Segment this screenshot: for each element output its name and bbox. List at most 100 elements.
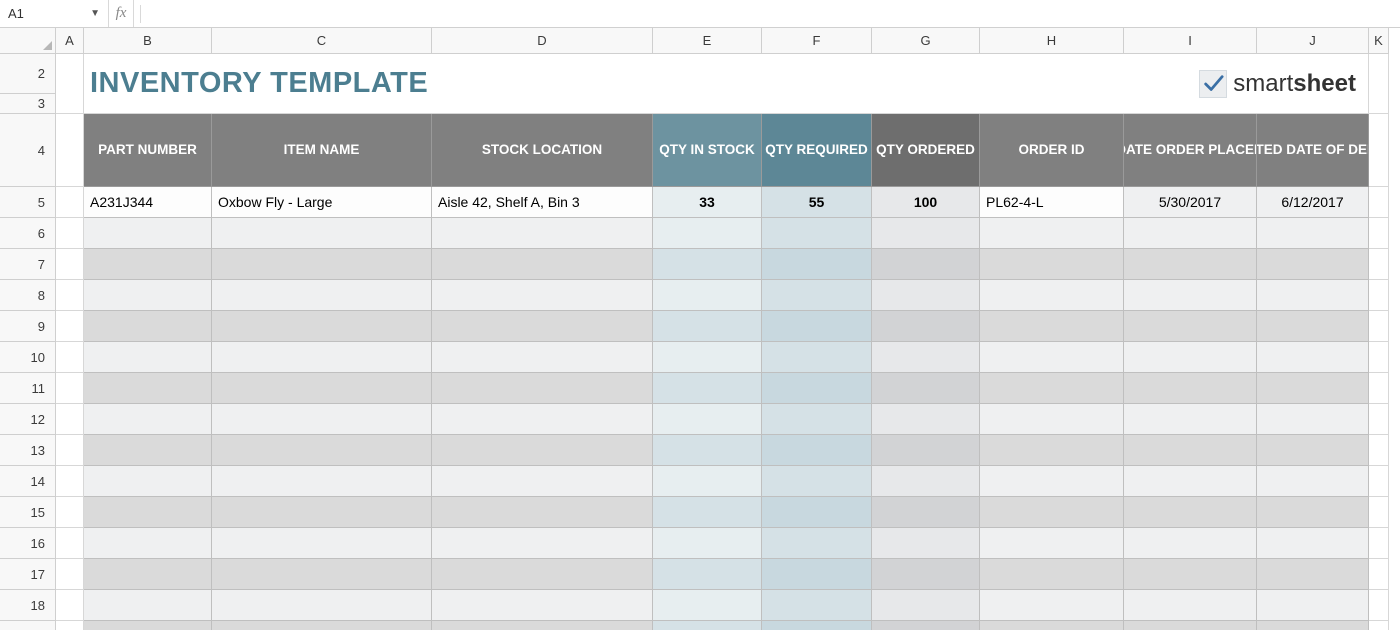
cell-K18[interactable]	[1369, 590, 1389, 621]
row-header-2[interactable]: 2	[0, 54, 56, 94]
table-row[interactable]	[432, 218, 653, 249]
cell-K7[interactable]	[1369, 249, 1389, 280]
table-row[interactable]	[1257, 218, 1369, 249]
cell-K11[interactable]	[1369, 373, 1389, 404]
row-header-5[interactable]: 5	[0, 187, 56, 218]
data-stock-location[interactable]: Aisle 42, Shelf A, Bin 3	[432, 187, 653, 218]
row-header-14[interactable]: 14	[0, 466, 56, 497]
cell-K17[interactable]	[1369, 559, 1389, 590]
data-expected-delivery[interactable]: 6/12/2017	[1257, 187, 1369, 218]
table-row[interactable]	[762, 528, 872, 559]
table-row[interactable]	[653, 311, 762, 342]
table-row[interactable]	[212, 590, 432, 621]
hdr-item-name[interactable]: ITEM NAME	[212, 114, 432, 187]
table-row[interactable]	[432, 559, 653, 590]
table-row[interactable]	[1257, 280, 1369, 311]
table-row[interactable]	[84, 621, 212, 630]
table-row[interactable]	[980, 373, 1124, 404]
col-header-J[interactable]: J	[1257, 28, 1369, 54]
sheet-cells[interactable]: INVENTORY TEMPLATEsmartsheetPART NUMBERI…	[56, 54, 1389, 630]
table-row[interactable]	[432, 373, 653, 404]
cell-A18[interactable]	[56, 590, 84, 621]
hdr-part-number[interactable]: PART NUMBER	[84, 114, 212, 187]
col-header-H[interactable]: H	[980, 28, 1124, 54]
data-part-number[interactable]: A231J344	[84, 187, 212, 218]
table-row[interactable]	[872, 559, 980, 590]
data-order-id[interactable]: PL62-4-L	[980, 187, 1124, 218]
table-row[interactable]	[1124, 218, 1257, 249]
table-row[interactable]	[980, 621, 1124, 630]
table-row[interactable]	[212, 342, 432, 373]
table-row[interactable]	[872, 590, 980, 621]
table-row[interactable]	[1124, 621, 1257, 630]
table-row[interactable]	[762, 559, 872, 590]
table-row[interactable]	[653, 404, 762, 435]
table-row[interactable]	[762, 621, 872, 630]
data-date-order-placed[interactable]: 5/30/2017	[1124, 187, 1257, 218]
table-row[interactable]	[1124, 249, 1257, 280]
table-row[interactable]	[1257, 249, 1369, 280]
table-row[interactable]	[980, 466, 1124, 497]
table-row[interactable]	[212, 404, 432, 435]
cell-K14[interactable]	[1369, 466, 1389, 497]
table-row[interactable]	[1124, 311, 1257, 342]
table-row[interactable]	[653, 590, 762, 621]
table-row[interactable]	[212, 280, 432, 311]
col-header-D[interactable]: D	[432, 28, 653, 54]
table-row[interactable]	[84, 528, 212, 559]
table-row[interactable]	[84, 435, 212, 466]
table-row[interactable]	[1124, 280, 1257, 311]
table-row[interactable]	[212, 249, 432, 280]
row-header-16[interactable]: 16	[0, 528, 56, 559]
table-row[interactable]	[653, 466, 762, 497]
table-row[interactable]	[1124, 435, 1257, 466]
row-header-11[interactable]: 11	[0, 373, 56, 404]
table-row[interactable]	[980, 497, 1124, 528]
table-row[interactable]	[84, 466, 212, 497]
cell-K10[interactable]	[1369, 342, 1389, 373]
table-row[interactable]	[980, 559, 1124, 590]
cell-K2[interactable]	[1369, 54, 1389, 114]
table-row[interactable]	[84, 249, 212, 280]
table-row[interactable]	[872, 249, 980, 280]
row-header-17[interactable]: 17	[0, 559, 56, 590]
table-row[interactable]	[872, 218, 980, 249]
hdr-date-order-placed[interactable]: DATE ORDER PLACED	[1124, 114, 1257, 187]
table-row[interactable]	[1257, 404, 1369, 435]
row-header-19[interactable]: 19	[0, 621, 56, 630]
row-header-3[interactable]: 3	[0, 94, 56, 114]
cell-A7[interactable]	[56, 249, 84, 280]
table-row[interactable]	[84, 404, 212, 435]
table-row[interactable]	[980, 311, 1124, 342]
table-row[interactable]	[432, 404, 653, 435]
table-row[interactable]	[980, 218, 1124, 249]
table-row[interactable]	[872, 311, 980, 342]
table-row[interactable]	[762, 466, 872, 497]
table-row[interactable]	[872, 528, 980, 559]
table-row[interactable]	[980, 435, 1124, 466]
table-row[interactable]	[872, 404, 980, 435]
table-row[interactable]	[84, 559, 212, 590]
table-row[interactable]	[1124, 373, 1257, 404]
hdr-qty-required[interactable]: QTY REQUIRED	[762, 114, 872, 187]
data-qty-required[interactable]: 55	[762, 187, 872, 218]
table-row[interactable]	[212, 435, 432, 466]
hdr-stock-location[interactable]: STOCK LOCATION	[432, 114, 653, 187]
table-row[interactable]	[653, 373, 762, 404]
table-row[interactable]	[1124, 497, 1257, 528]
table-row[interactable]	[653, 621, 762, 630]
table-row[interactable]	[762, 404, 872, 435]
row-header-18[interactable]: 18	[0, 590, 56, 621]
cell-A6[interactable]	[56, 218, 84, 249]
cell-A8[interactable]	[56, 280, 84, 311]
cell-A14[interactable]	[56, 466, 84, 497]
hdr-order-id[interactable]: ORDER ID	[980, 114, 1124, 187]
cell-A11[interactable]	[56, 373, 84, 404]
col-header-I[interactable]: I	[1124, 28, 1257, 54]
table-row[interactable]	[762, 373, 872, 404]
table-row[interactable]	[212, 497, 432, 528]
cell-K16[interactable]	[1369, 528, 1389, 559]
row-header-13[interactable]: 13	[0, 435, 56, 466]
data-qty-ordered[interactable]: 100	[872, 187, 980, 218]
table-row[interactable]	[1124, 404, 1257, 435]
